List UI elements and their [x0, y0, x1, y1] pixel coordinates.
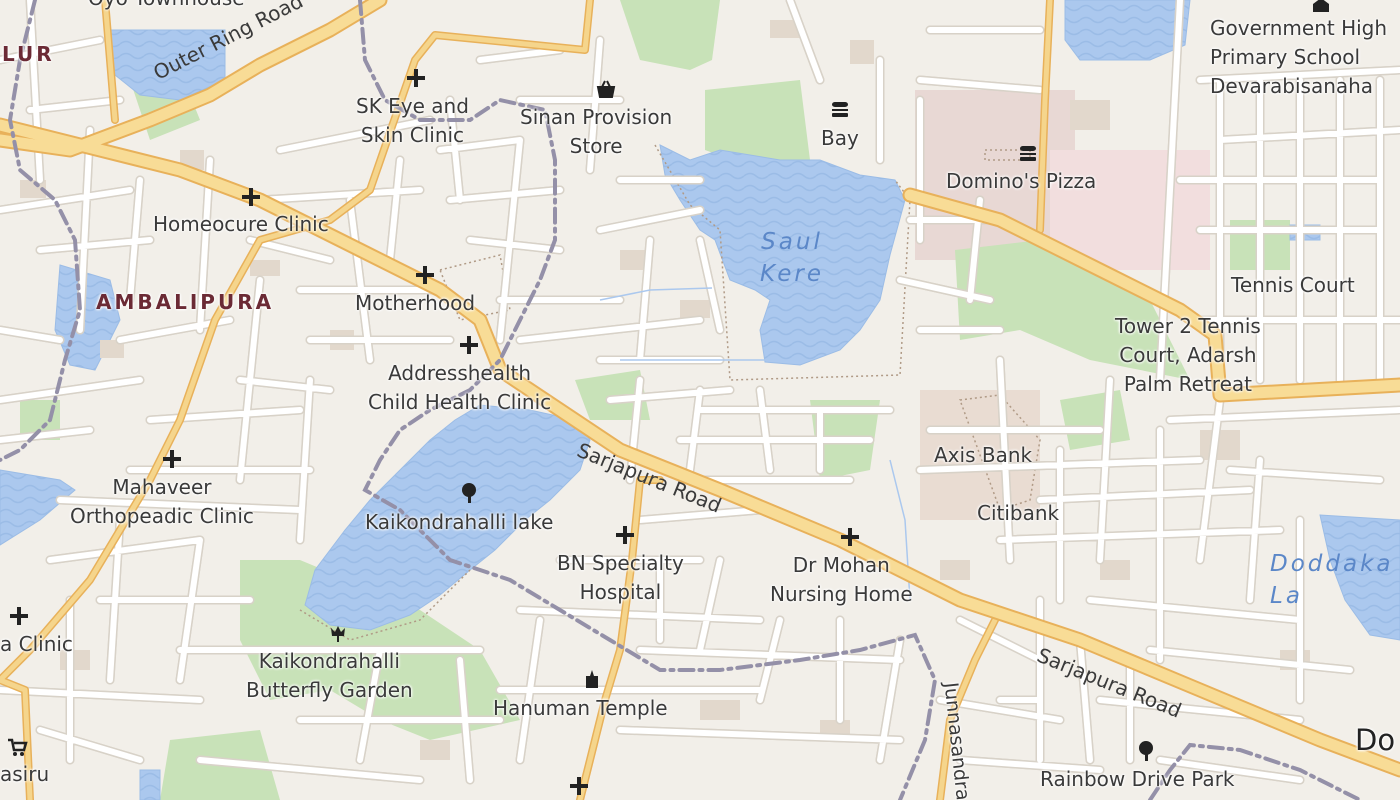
- poi-label-tower-2-tennis[interactable]: Tower 2 Tennis Court, Adarsh Palm Retrea…: [1115, 312, 1261, 399]
- fast-food-icon[interactable]: [829, 98, 851, 120]
- poi-label-sk-eye-skin-clinic[interactable]: SK Eye and Skin Clinic: [356, 92, 469, 150]
- clinic-cross-icon[interactable]: [568, 775, 590, 797]
- garden-flower-icon[interactable]: [327, 622, 349, 644]
- poi-label-homeocure-clinic[interactable]: Homeocure Clinic: [153, 210, 329, 239]
- temple-icon[interactable]: [581, 668, 603, 690]
- poi-label-citibank[interactable]: Citibank: [977, 499, 1059, 528]
- poi-label-axis-bank[interactable]: Axis Bank: [934, 441, 1032, 470]
- poi-label-rainbow-drive-park[interactable]: Rainbow Drive Park: [1040, 765, 1235, 794]
- admin-boundaries: [0, 0, 1362, 800]
- poi-label-clinic-partial[interactable]: a Clinic: [0, 630, 73, 659]
- place-label-partial-do: Do: [1355, 723, 1396, 757]
- clinic-cross-icon[interactable]: [614, 524, 636, 546]
- clinic-cross-icon[interactable]: [161, 448, 183, 470]
- poi-label-addresshealth[interactable]: Addresshealth Child Health Clinic: [368, 359, 551, 417]
- water-label-saul-kere: Saul Kere: [760, 229, 825, 287]
- clinic-cross-icon[interactable]: [839, 526, 861, 548]
- poi-label-kaikondrahalli-lake[interactable]: Kaikondrahalli lake: [365, 508, 553, 537]
- poi-label-dr-mohan-nursing-home[interactable]: Dr Mohan Nursing Home: [770, 551, 913, 609]
- poi-label-mahaveer-clinic[interactable]: Mahaveer Orthopeadic Clinic: [70, 473, 254, 531]
- clinic-cross-icon[interactable]: [240, 186, 262, 208]
- clinic-cross-icon[interactable]: [414, 264, 436, 286]
- water-label-doddakanelli-lake: Doddaka La: [1270, 551, 1394, 609]
- fast-food-icon[interactable]: [1017, 142, 1039, 164]
- place-label-ambalipura: AMBALIPURA: [96, 290, 275, 314]
- clinic-cross-icon[interactable]: [405, 67, 427, 89]
- poi-label-motherhood[interactable]: Motherhood: [355, 289, 475, 318]
- poi-label-oyo-townhouse[interactable]: Oyo Townhouse: [88, 0, 245, 13]
- shopping-cart-icon[interactable]: [6, 736, 28, 758]
- poi-label-hanuman-temple[interactable]: Hanuman Temple: [493, 694, 668, 723]
- tree-icon[interactable]: [458, 482, 480, 504]
- poi-label-butterfly-garden[interactable]: Kaikondrahalli Butterfly Garden: [246, 647, 413, 705]
- poi-label-bn-specialty-hospital[interactable]: BN Specialty Hospital: [557, 549, 684, 607]
- place-label-lur: LUR: [2, 42, 55, 66]
- poi-label-sinan-provision-store[interactable]: Sinan Provision Store: [520, 103, 672, 161]
- poi-label-bay[interactable]: Bay: [821, 124, 859, 153]
- shopping-basket-icon[interactable]: [595, 78, 617, 100]
- poi-label-tennis-court[interactable]: Tennis Court: [1231, 271, 1355, 300]
- map-canvas[interactable]: AMBALIPURA LUR Saul Kere Doddaka La Oute…: [0, 0, 1400, 800]
- map-base-layer: [0, 0, 1400, 800]
- clinic-cross-icon[interactable]: [8, 605, 30, 627]
- tree-icon[interactable]: [1135, 740, 1157, 762]
- clinic-cross-icon[interactable]: [458, 334, 480, 356]
- poi-label-government-school[interactable]: Government High Primary School Devarabis…: [1210, 14, 1387, 101]
- poi-label-asiru-partial[interactable]: asiru: [0, 760, 49, 789]
- poi-label-dominos-pizza[interactable]: Domino's Pizza: [946, 167, 1096, 196]
